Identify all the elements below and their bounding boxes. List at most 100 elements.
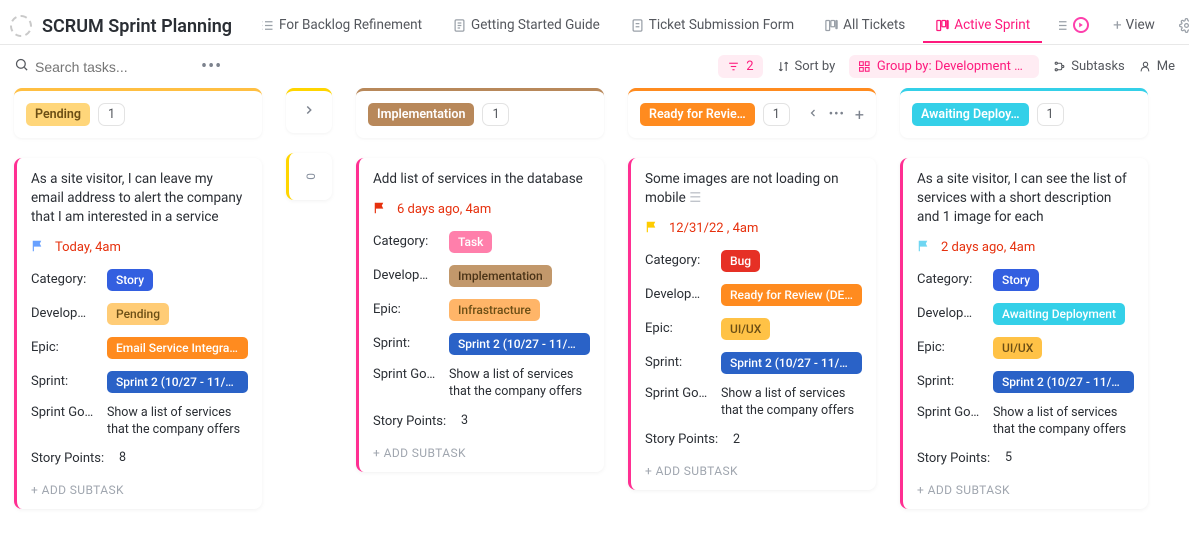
search-input[interactable] — [35, 59, 185, 75]
task-card[interactable]: As a site visitor, I can leave my email … — [14, 158, 262, 509]
dev-stage-row: Developme… Implementation — [373, 265, 590, 287]
sprint-tag: Sprint 2 (10/27 - 11/17/… — [449, 333, 590, 355]
category-label: Category: — [373, 234, 439, 249]
points-label: Story Points: — [917, 451, 995, 466]
me-label: Me — [1157, 59, 1175, 74]
dev-stage-row: Developme… Awaiting Deployment — [917, 303, 1134, 325]
due-date: 6 days ago, 4am — [397, 202, 491, 217]
tab-ticket-submission[interactable]: Ticket Submission Form — [618, 9, 806, 43]
tab-overflow[interactable] — [1173, 10, 1189, 43]
category-row: Category: Story — [31, 269, 248, 291]
count-chip: 1 — [763, 103, 790, 126]
sprint-tag: Sprint 2 (10/27 - 11/17/2… — [993, 371, 1134, 393]
epic-label: Epic: — [31, 340, 97, 355]
column: Ready for Revie… 1 ••• + Some images are… — [628, 88, 876, 490]
tab-label: View — [1126, 17, 1155, 33]
due-date: 2 days ago, 4am — [941, 240, 1035, 255]
task-card[interactable]: Some images are not loading on mobile ☰ … — [628, 158, 876, 490]
due-date-row: 12/31/22 , 4am — [645, 220, 862, 238]
subtasks-icon — [1053, 60, 1066, 73]
tab-getting-started[interactable]: Getting Started Guide — [440, 9, 612, 43]
more-icon[interactable]: ••• — [829, 107, 845, 122]
epic-label: Epic: — [645, 321, 711, 336]
sprint-row: Sprint: Sprint 2 (10/27 - 11/17/… — [645, 352, 862, 374]
task-card[interactable]: Add list of services in the database 6 d… — [356, 158, 604, 472]
column-header[interactable]: Ready for Revie… 1 ••• + — [628, 88, 876, 138]
points-row: Story Points: 5 — [917, 450, 1134, 467]
goal-row: Sprint Goal: Show a list of services tha… — [917, 405, 1134, 439]
tab-label: Ticket Submission Form — [649, 17, 794, 33]
add-subtask-button[interactable]: + ADD SUBTASK — [917, 483, 1134, 497]
points-label: Story Points: — [645, 432, 723, 447]
tab-label: Getting Started Guide — [471, 17, 600, 33]
tab-all-tickets[interactable]: All Tickets — [812, 9, 917, 43]
column-header[interactable] — [286, 88, 332, 133]
task-card[interactable]: As a site visitor, I can see the list of… — [900, 158, 1148, 509]
points-value: 8 — [119, 450, 126, 467]
tab-active-sprint[interactable]: Active Sprint — [923, 9, 1042, 43]
dev-stage-tag: Awaiting Deployment — [993, 303, 1125, 325]
due-date-row: 2 days ago, 4am — [917, 239, 1134, 257]
toolbar-right: 2 Sort by Group by: Development St… Subt… — [718, 55, 1175, 78]
add-subtask-button[interactable]: + ADD SUBTASK — [645, 464, 862, 478]
dev-stage-tag: Pending — [107, 303, 169, 325]
points-label: Story Points: — [373, 414, 451, 429]
goal-text: Show a list of services that the company… — [449, 367, 590, 401]
toolbar: ••• 2 Sort by Group by: Development St… … — [0, 45, 1189, 88]
status-chip: Awaiting Deploy… — [912, 103, 1029, 126]
epic-label: Epic: — [373, 302, 439, 317]
category-tag: Bug — [721, 250, 760, 272]
sprint-row: Sprint: Sprint 2 (10/27 - 11/17/… — [373, 333, 590, 355]
dev stage-label: Developme… — [31, 306, 97, 321]
sprint-tag: Sprint 2 (10/27 - 11/17/… — [721, 352, 862, 374]
tab-view[interactable]: + View — [1101, 8, 1167, 44]
goal-label: Sprint Goal: — [917, 405, 983, 420]
epic-row: Epic: UI/UX — [917, 337, 1134, 359]
add-subtask-button[interactable]: + ADD SUBTASK — [373, 446, 590, 460]
card-title: Add list of services in the database — [373, 170, 590, 189]
tab-label: For Backlog Refinement — [279, 17, 422, 33]
column: Pending 1 As a site visitor, I can leave… — [14, 88, 262, 509]
collapsed-card[interactable]: 0 — [286, 153, 332, 200]
due-date: Today, 4am — [55, 240, 121, 255]
goal-row: Sprint Goal: Show a list of services tha… — [31, 405, 248, 439]
chevron-left-icon[interactable] — [807, 107, 819, 123]
dev-stage-row: Developme… Ready for Review (DEV) — [645, 284, 862, 306]
description-icon: ☰ — [686, 190, 701, 206]
tab-extra[interactable] — [1048, 9, 1095, 43]
doc-icon — [452, 18, 467, 33]
chevron-right-icon — [302, 103, 316, 121]
filter-pill[interactable]: 2 — [718, 55, 762, 78]
filter-icon — [727, 60, 740, 73]
filter-count: 2 — [746, 59, 753, 74]
me-button[interactable]: Me — [1139, 59, 1175, 74]
group-pill[interactable]: Group by: Development St… — [849, 55, 1039, 78]
list-icon — [1054, 18, 1069, 33]
dev stage-label: Developme… — [373, 268, 439, 283]
flag-icon — [917, 239, 931, 257]
flag-icon — [31, 239, 45, 257]
plus-icon[interactable]: + — [855, 105, 864, 124]
count-chip: 1 — [1037, 103, 1064, 126]
subtasks-button[interactable]: Subtasks — [1053, 59, 1125, 74]
add-subtask-button[interactable]: + ADD SUBTASK — [31, 483, 248, 497]
tab-label: All Tickets — [843, 17, 905, 33]
goal-row: Sprint Goal: Show a list of services tha… — [373, 367, 590, 401]
pink-chevron-icon — [1073, 17, 1089, 33]
column-collapsed: 0 — [286, 88, 332, 200]
column-header[interactable]: Awaiting Deploy… 1 — [900, 88, 1148, 138]
sprint-row: Sprint: Sprint 2 (10/27 - 11/17/2… — [917, 371, 1134, 393]
goal-text: Show a list of services that the company… — [721, 386, 862, 420]
card-title: As a site visitor, I can leave my email … — [31, 170, 248, 227]
dev-stage-tag: Implementation — [449, 265, 552, 287]
sort-button[interactable]: Sort by — [777, 59, 836, 74]
group-icon — [858, 60, 871, 73]
board-icon — [935, 18, 950, 33]
more-icon[interactable]: ••• — [195, 56, 228, 77]
tab-backlog-refinement[interactable]: For Backlog Refinement — [248, 9, 434, 43]
column-header[interactable]: Pending 1 — [14, 88, 262, 138]
column-header[interactable]: Implementation 1 — [356, 88, 604, 138]
collapsed-count: 0 — [304, 173, 318, 180]
goal-row: Sprint Goal: Show a list of services tha… — [645, 386, 862, 420]
status-chip: Pending — [26, 103, 90, 126]
